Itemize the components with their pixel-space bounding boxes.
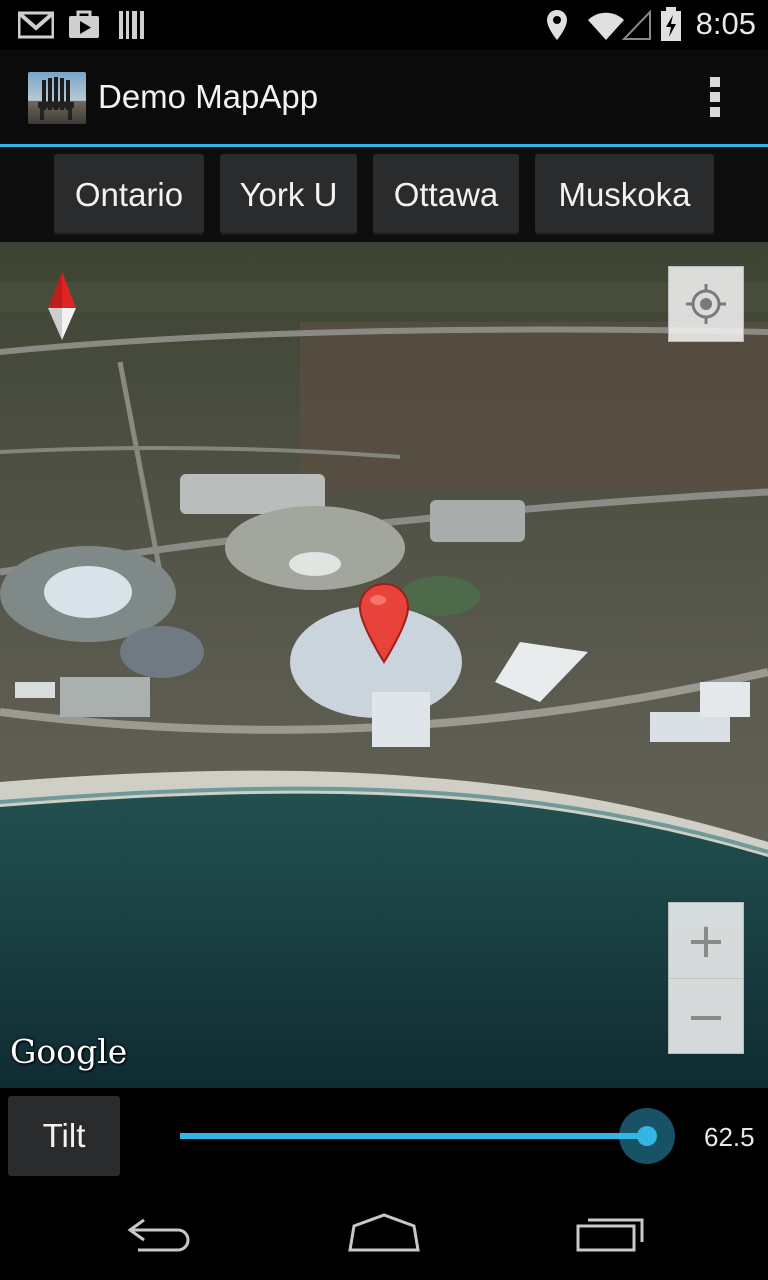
my-location-icon xyxy=(686,284,726,324)
action-bar: Demo MapApp xyxy=(0,50,768,147)
battery-icon xyxy=(661,7,681,41)
tilt-control: Tilt 62.5 xyxy=(0,1088,768,1188)
overflow-menu-icon[interactable] xyxy=(708,77,722,121)
zoom-in-button[interactable]: + xyxy=(669,903,743,979)
gmail-icon xyxy=(18,11,54,39)
status-bar: 8:05 xyxy=(0,0,768,50)
status-time: 8:05 xyxy=(695,6,756,41)
tilt-button[interactable]: Tilt xyxy=(8,1096,120,1176)
muskoka-button[interactable]: Muskoka xyxy=(535,154,714,235)
york-u-button[interactable]: York U xyxy=(220,154,357,235)
compass-icon[interactable] xyxy=(42,270,82,342)
zoom-out-button[interactable]: − xyxy=(669,979,743,1054)
google-attribution: Google xyxy=(10,1032,128,1071)
my-location-button[interactable] xyxy=(668,266,744,342)
home-icon[interactable] xyxy=(346,1212,422,1254)
satellite-imagery xyxy=(0,242,768,1088)
back-icon[interactable] xyxy=(124,1214,196,1254)
tilt-value: 62.5 xyxy=(704,1122,755,1152)
barcode-icon xyxy=(119,11,144,39)
app-icon[interactable] xyxy=(28,72,86,124)
map-marker-icon[interactable] xyxy=(358,582,410,664)
navigation-bar xyxy=(0,1188,768,1280)
tilt-slider-track[interactable] xyxy=(180,1133,647,1139)
ontario-button[interactable]: Ontario xyxy=(54,154,204,235)
signal-icon xyxy=(622,10,651,40)
zoom-out-icon: − xyxy=(685,988,727,1045)
play-store-icon xyxy=(69,10,99,38)
app-title: Demo MapApp xyxy=(98,78,319,115)
recent-apps-icon[interactable] xyxy=(574,1214,646,1254)
zoom-in-icon: + xyxy=(685,912,727,969)
zoom-controls: + − xyxy=(668,902,744,1054)
location-icon xyxy=(547,10,567,40)
ottawa-button[interactable]: Ottawa xyxy=(373,154,519,235)
tilt-slider-thumb[interactable] xyxy=(636,1126,657,1146)
wifi-icon xyxy=(588,12,624,40)
location-button-row: Ontario York U Ottawa Muskoka xyxy=(0,147,768,242)
map-view[interactable]: + − Google xyxy=(0,242,768,1088)
